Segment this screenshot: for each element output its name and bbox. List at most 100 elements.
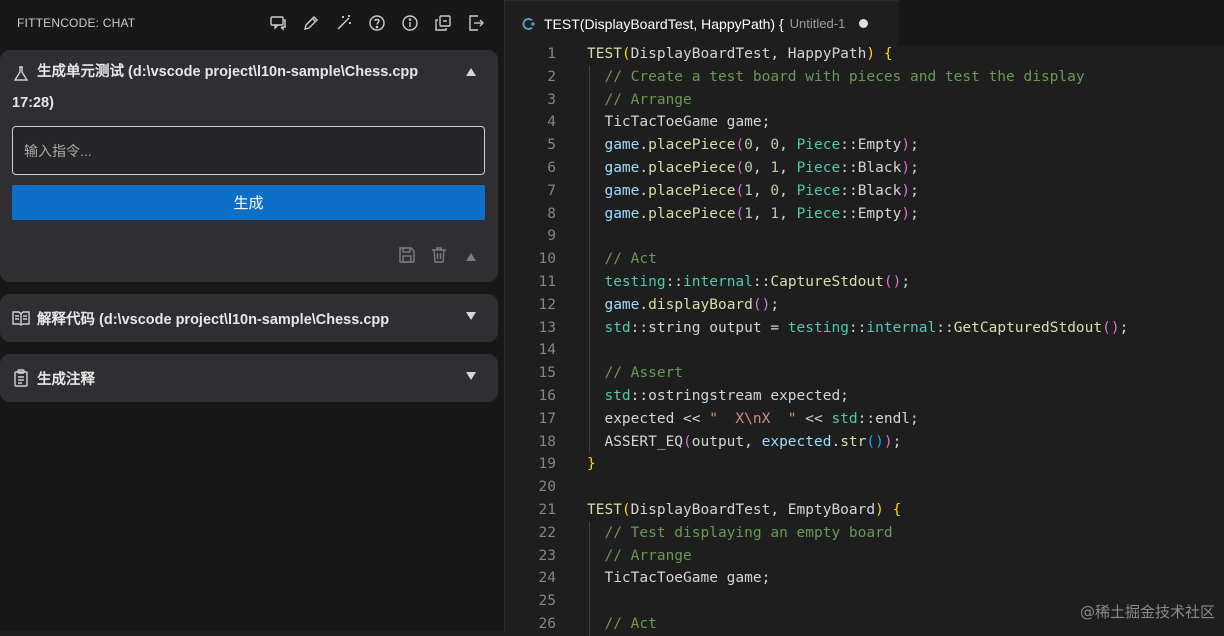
line-number: 13 xyxy=(538,319,556,336)
line-content: // Arrange xyxy=(604,91,692,108)
code-line[interactable]: 9 xyxy=(505,225,1224,248)
line-number: 9 xyxy=(547,228,556,245)
trash-icon[interactable] xyxy=(430,246,448,268)
code-line[interactable]: 3 // Arrange xyxy=(505,89,1224,112)
code-line[interactable]: 6 game.placePiece(0, 1, Piece::Black); xyxy=(505,157,1224,180)
line-content: game.displayBoard(); xyxy=(604,296,780,313)
line-number: 24 xyxy=(538,570,556,587)
line-number: 26 xyxy=(538,615,556,632)
line-content: ASSERT_EQ(output, expected.str()); xyxy=(587,433,902,450)
save-icon[interactable] xyxy=(398,246,416,268)
line-number: 16 xyxy=(538,387,556,404)
code-line[interactable]: 19} xyxy=(505,453,1224,476)
line-number: 4 xyxy=(547,114,556,131)
code-line[interactable]: 18 ASSERT_EQ(output, expected.str()); xyxy=(505,431,1224,454)
line-number: 14 xyxy=(538,342,556,359)
editor-tab-bar: TEST(DisplayBoardTest, HappyPath) { Unti… xyxy=(505,0,1224,46)
explain-code-panel[interactable]: 解释代码 (d:\vscode project\l10n-sample\Ches… xyxy=(0,294,498,342)
code-line[interactable]: 8 game.placePiece(1, 1, Piece::Empty); xyxy=(505,203,1224,226)
unsaved-dot-icon[interactable] xyxy=(859,19,869,28)
tab-description: Untitled-1 xyxy=(789,16,846,31)
expand-caret-icon[interactable] xyxy=(466,312,476,320)
explain-code-panel-header[interactable]: 解释代码 (d:\vscode project\l10n-sample\Ches… xyxy=(0,294,498,329)
line-content: TicTacToeGame game; xyxy=(587,570,771,587)
line-content: TicTacToeGame game; xyxy=(587,114,771,131)
export-icon[interactable] xyxy=(464,11,488,35)
chat-icon[interactable] xyxy=(266,11,290,35)
watermark: @稀土掘金技术社区 xyxy=(1079,603,1215,621)
magic-wand-icon[interactable] xyxy=(332,11,356,35)
line-number: 2 xyxy=(547,68,556,85)
code-line[interactable]: 11 testing::internal::CaptureStdout(); xyxy=(505,271,1224,294)
line-number: 18 xyxy=(538,433,556,450)
indent-guide xyxy=(589,65,590,454)
line-content: std::string output = testing::internal::… xyxy=(604,319,1129,336)
line-number: 10 xyxy=(538,251,556,268)
unit-test-panel-title: 生成单元测试 (d:\vscode project\l10n-sample\Ch… xyxy=(37,64,419,80)
code-line[interactable]: 22 // Test displaying an empty board xyxy=(505,522,1224,545)
code-line[interactable]: 16 std::ostringstream expected; xyxy=(505,385,1224,408)
flask-icon xyxy=(12,65,30,83)
line-number: 7 xyxy=(547,182,556,199)
line-content: testing::internal::CaptureStdout(); xyxy=(604,273,911,290)
code-line[interactable]: 2 // Create a test board with pieces and… xyxy=(505,66,1224,89)
line-number: 25 xyxy=(538,593,556,610)
panel-actions xyxy=(398,246,476,268)
code-line[interactable]: 10 // Act xyxy=(505,248,1224,271)
code-area[interactable]: 1 TEST(DisplayBoardTest, HappyPath) {2 //… xyxy=(505,43,1224,636)
line-content: game.placePiece(1, 1, Piece::Empty); xyxy=(604,205,919,222)
sidebar-toolbar xyxy=(266,11,488,35)
unit-test-panel: 生成单元测试 (d:\vscode project\l10n-sample\Ch… xyxy=(0,50,498,282)
code-line[interactable]: 4 TicTacToeGame game; xyxy=(505,111,1224,134)
line-number: 21 xyxy=(538,501,556,518)
collapse-caret-icon[interactable] xyxy=(466,68,476,76)
code-line[interactable]: 21 TEST(DisplayBoardTest, EmptyBoard) { xyxy=(505,499,1224,522)
code-line[interactable]: 7 game.placePiece(1, 0, Piece::Black); xyxy=(505,180,1224,203)
generate-comment-panel-title: 生成注释 xyxy=(37,372,95,388)
line-number: 11 xyxy=(538,273,556,290)
copy-icon[interactable] xyxy=(431,11,455,35)
code-line[interactable]: 13 std::string output = testing::interna… xyxy=(505,317,1224,340)
help-icon[interactable] xyxy=(365,11,389,35)
line-content: game.placePiece(0, 0, Piece::Empty); xyxy=(604,137,919,154)
generate-button[interactable]: 生成 xyxy=(12,185,485,220)
line-number: 8 xyxy=(547,205,556,222)
pencil-icon[interactable] xyxy=(299,11,323,35)
code-line[interactable]: 23 // Arrange xyxy=(505,545,1224,568)
code-editor: TEST(DisplayBoardTest, HappyPath) { Unti… xyxy=(505,0,1224,636)
code-line[interactable]: 24 TicTacToeGame game; xyxy=(505,567,1224,590)
code-line[interactable]: 5 game.placePiece(0, 0, Piece::Empty); xyxy=(505,134,1224,157)
line-number: 17 xyxy=(538,410,556,427)
sidebar-title: FITTENCODE: CHAT xyxy=(17,16,136,30)
info-icon[interactable] xyxy=(398,11,422,35)
line-content: // Create a test board with pieces and t… xyxy=(604,68,1085,85)
sidebar-header: FITTENCODE: CHAT xyxy=(0,0,504,46)
code-line[interactable]: 20 xyxy=(505,476,1224,499)
unit-test-panel-title-line2: 17:28) xyxy=(12,95,54,111)
code-line[interactable]: 15 // Assert xyxy=(505,362,1224,385)
book-icon xyxy=(12,309,30,327)
cpp-file-icon xyxy=(522,17,535,30)
generate-comment-panel[interactable]: 生成注释 xyxy=(0,354,498,402)
line-content: game.placePiece(0, 1, Piece::Black); xyxy=(604,159,919,176)
collapse-caret-small-icon[interactable] xyxy=(466,253,476,261)
instruction-input[interactable] xyxy=(12,126,485,175)
line-content: // Test displaying an empty board xyxy=(604,524,893,541)
generate-comment-panel-header[interactable]: 生成注释 xyxy=(0,354,498,389)
line-content: // Assert xyxy=(604,365,684,382)
explain-code-panel-title: 解释代码 (d:\vscode project\l10n-sample\Ches… xyxy=(37,312,390,328)
line-content: expected << " X\nX " << std::endl; xyxy=(587,410,919,427)
line-number: 5 xyxy=(547,137,556,154)
code-line[interactable]: 14 xyxy=(505,339,1224,362)
code-line[interactable]: 1 TEST(DisplayBoardTest, HappyPath) { xyxy=(505,43,1224,66)
code-line[interactable]: 17 expected << " X\nX " << std::endl; xyxy=(505,408,1224,431)
line-number: 1 xyxy=(547,46,556,62)
line-content: game.placePiece(1, 0, Piece::Black); xyxy=(604,182,919,199)
editor-tab[interactable]: TEST(DisplayBoardTest, HappyPath) { Unti… xyxy=(505,0,899,46)
line-number: 20 xyxy=(538,479,556,496)
expand-caret-icon[interactable] xyxy=(466,372,476,380)
code-line[interactable]: 12 game.displayBoard(); xyxy=(505,294,1224,317)
line-content: // Arrange xyxy=(604,547,692,564)
unit-test-panel-header[interactable]: 生成单元测试 (d:\vscode project\l10n-sample\Ch… xyxy=(0,50,498,87)
clipboard-icon xyxy=(12,369,30,387)
